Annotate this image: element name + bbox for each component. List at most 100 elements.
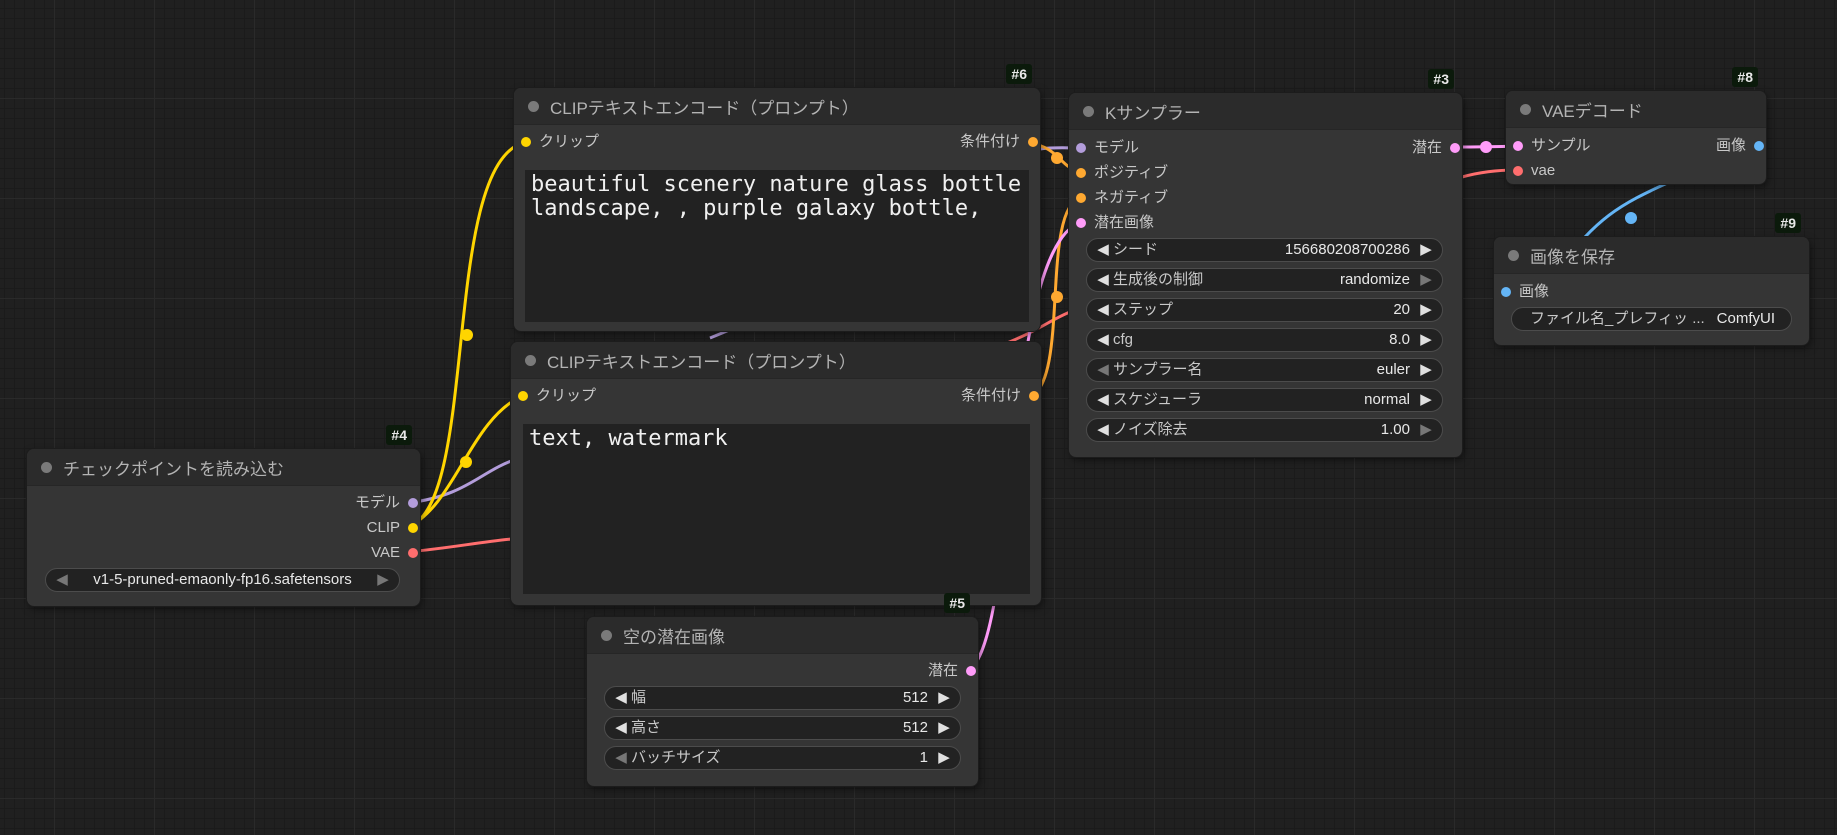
output-slot-conditioning[interactable]: 条件付け bbox=[961, 386, 1039, 406]
clip-socket-icon[interactable] bbox=[408, 523, 418, 533]
decrement-arrow-icon[interactable]: ◀ bbox=[1093, 420, 1113, 440]
input-slot-vae[interactable]: vae bbox=[1513, 161, 1555, 181]
node-vae-decode[interactable]: #8 VAEデコード サンプル vae 画像 bbox=[1506, 67, 1766, 184]
output-slot-latent[interactable]: 潜在 bbox=[1412, 138, 1460, 158]
slot-label: ネガティブ bbox=[1094, 189, 1169, 206]
node-title[interactable]: CLIPテキストエンコード（プロンプト） bbox=[511, 342, 1041, 379]
input-slot-latent-image[interactable]: 潜在画像 bbox=[1076, 213, 1154, 233]
latent-socket-icon[interactable] bbox=[1450, 143, 1460, 153]
decrement-arrow-icon[interactable]: ◀ bbox=[1093, 300, 1113, 320]
conditioning-socket-icon[interactable] bbox=[1076, 193, 1086, 203]
increment-arrow-icon[interactable]: ▶ bbox=[1416, 270, 1436, 290]
output-slot-image[interactable]: 画像 bbox=[1716, 136, 1764, 156]
height-widget[interactable]: ◀ 高さ 512 ▶ bbox=[604, 716, 961, 740]
decrement-arrow-icon[interactable]: ◀ bbox=[1093, 390, 1113, 410]
filename-prefix-widget[interactable]: ファイル名_プレフィッ ... ComfyUI bbox=[1511, 307, 1792, 331]
conditioning-socket-icon[interactable] bbox=[1076, 168, 1086, 178]
steps-widget[interactable]: ◀ ステップ 20 ▶ bbox=[1086, 298, 1443, 322]
increment-arrow-icon[interactable]: ▶ bbox=[934, 748, 954, 768]
increment-arrow-icon[interactable]: ▶ bbox=[1416, 330, 1436, 350]
widget-label: シード bbox=[1113, 241, 1159, 258]
decrement-arrow-icon[interactable]: ◀ bbox=[1093, 330, 1113, 350]
slot-label: 潜在画像 bbox=[1094, 214, 1155, 231]
collapse-dot-icon[interactable] bbox=[1520, 104, 1531, 115]
latent-socket-icon[interactable] bbox=[1513, 141, 1523, 151]
latent-socket-icon[interactable] bbox=[1076, 218, 1086, 228]
vae-socket-icon[interactable] bbox=[408, 548, 418, 558]
increment-arrow-icon[interactable]: ▶ bbox=[1416, 390, 1436, 410]
slot-label: CLIP bbox=[366, 519, 400, 536]
combo-right-arrow-icon[interactable]: ▶ bbox=[373, 570, 393, 590]
input-slot-clip[interactable]: クリップ bbox=[521, 132, 599, 152]
sampler-name-widget[interactable]: ◀ サンプラー名 euler ▶ bbox=[1086, 358, 1443, 382]
output-slot-vae[interactable]: VAE bbox=[371, 543, 418, 563]
latent-socket-icon[interactable] bbox=[966, 666, 976, 676]
input-slot-negative[interactable]: ネガティブ bbox=[1076, 188, 1168, 208]
input-slot-model[interactable]: モデル bbox=[1076, 138, 1139, 158]
decrement-arrow-icon[interactable]: ◀ bbox=[611, 718, 631, 738]
link-midpoint bbox=[461, 329, 473, 341]
clip-socket-icon[interactable] bbox=[518, 391, 528, 401]
decrement-arrow-icon[interactable]: ◀ bbox=[611, 688, 631, 708]
decrement-arrow-icon[interactable]: ◀ bbox=[1093, 270, 1113, 290]
input-slot-clip[interactable]: クリップ bbox=[518, 386, 596, 406]
width-widget[interactable]: ◀ 幅 512 ▶ bbox=[604, 686, 961, 710]
increment-arrow-icon[interactable]: ▶ bbox=[934, 718, 954, 738]
slot-label: vae bbox=[1531, 162, 1556, 179]
collapse-dot-icon[interactable] bbox=[525, 355, 536, 366]
increment-arrow-icon[interactable]: ▶ bbox=[1416, 360, 1436, 380]
node-title[interactable]: CLIPテキストエンコード（プロンプト） bbox=[514, 88, 1040, 125]
scheduler-widget[interactable]: ◀ スケジューラ normal ▶ bbox=[1086, 388, 1443, 412]
node-empty-latent-image[interactable]: #5 空の潜在画像 潜在 ◀ 幅 512 ▶ ◀ 高さ 512 ▶ ◀ バッチサ… bbox=[587, 593, 978, 786]
input-slot-positive[interactable]: ポジティブ bbox=[1076, 163, 1168, 183]
seed-widget[interactable]: ◀ シード 156680208700286 ▶ bbox=[1086, 238, 1443, 262]
widget-label: ノイズ除去 bbox=[1113, 421, 1188, 438]
collapse-dot-icon[interactable] bbox=[1083, 106, 1094, 117]
conditioning-socket-icon[interactable] bbox=[1029, 391, 1039, 401]
slot-label: 潜在 bbox=[927, 662, 958, 679]
prompt-textarea[interactable]: text, watermark bbox=[523, 424, 1030, 594]
decrement-arrow-icon[interactable]: ◀ bbox=[611, 748, 631, 768]
denoise-widget[interactable]: ◀ ノイズ除去 1.00 ▶ bbox=[1086, 418, 1443, 442]
vae-socket-icon[interactable] bbox=[1513, 166, 1523, 176]
increment-arrow-icon[interactable]: ▶ bbox=[934, 688, 954, 708]
increment-arrow-icon[interactable]: ▶ bbox=[1416, 420, 1436, 440]
node-title[interactable]: VAEデコード bbox=[1506, 91, 1766, 128]
collapse-dot-icon[interactable] bbox=[41, 462, 52, 473]
increment-arrow-icon[interactable]: ▶ bbox=[1416, 240, 1436, 260]
prompt-textarea[interactable]: beautiful scenery nature glass bottle la… bbox=[525, 170, 1029, 322]
node-title[interactable]: Kサンプラー bbox=[1069, 93, 1462, 130]
decrement-arrow-icon[interactable]: ◀ bbox=[1093, 360, 1113, 380]
input-slot-images[interactable]: 画像 bbox=[1501, 282, 1549, 302]
batch-size-widget[interactable]: ◀ バッチサイズ 1 ▶ bbox=[604, 746, 961, 770]
cfg-widget[interactable]: ◀ cfg 8.0 ▶ bbox=[1086, 328, 1443, 352]
conditioning-socket-icon[interactable] bbox=[1028, 137, 1038, 147]
clip-socket-icon[interactable] bbox=[521, 137, 531, 147]
collapse-dot-icon[interactable] bbox=[528, 101, 539, 112]
node-ksampler[interactable]: #3 Kサンプラー モデル ポジティブ ネガティブ 潜在画像 潜在 ◀ シード … bbox=[1069, 69, 1462, 457]
output-slot-clip[interactable]: CLIP bbox=[367, 518, 418, 538]
node-title[interactable]: 空の潜在画像 bbox=[587, 617, 978, 654]
node-clip-text-encode-positive[interactable]: #6 CLIPテキストエンコード（プロンプト） クリップ 条件付け beauti… bbox=[514, 64, 1040, 331]
widget-value: 1 bbox=[919, 749, 928, 766]
model-socket-icon[interactable] bbox=[1076, 143, 1086, 153]
output-slot-model[interactable]: モデル bbox=[355, 493, 418, 513]
node-load-checkpoint[interactable]: #4 チェックポイントを読み込む モデル CLIP VAE ◀ v1-5-pru… bbox=[27, 425, 420, 606]
node-title[interactable]: チェックポイントを読み込む bbox=[27, 449, 420, 486]
collapse-dot-icon[interactable] bbox=[601, 630, 612, 641]
node-clip-text-encode-negative[interactable]: CLIPテキストエンコード（プロンプト） クリップ 条件付け text, wat… bbox=[511, 342, 1041, 605]
widget-label: 高さ bbox=[631, 719, 662, 736]
model-socket-icon[interactable] bbox=[408, 498, 418, 508]
input-slot-samples[interactable]: サンプル bbox=[1513, 136, 1591, 156]
image-socket-icon[interactable] bbox=[1754, 141, 1764, 151]
node-save-image[interactable]: #9 画像を保存 画像 ファイル名_プレフィッ ... ComfyUI bbox=[1494, 213, 1809, 345]
collapse-dot-icon[interactable] bbox=[1508, 250, 1519, 261]
decrement-arrow-icon[interactable]: ◀ bbox=[1093, 240, 1113, 260]
output-slot-conditioning[interactable]: 条件付け bbox=[960, 132, 1038, 152]
increment-arrow-icon[interactable]: ▶ bbox=[1416, 300, 1436, 320]
image-socket-icon[interactable] bbox=[1501, 287, 1511, 297]
control-after-generate-widget[interactable]: ◀ 生成後の制御 randomize ▶ bbox=[1086, 268, 1443, 292]
node-title[interactable]: 画像を保存 bbox=[1494, 237, 1809, 274]
ckpt-name-combo[interactable]: ◀ v1-5-pruned-emaonly-fp16.safetensors ▶ bbox=[45, 568, 400, 592]
output-slot-latent[interactable]: 潜在 bbox=[928, 661, 976, 681]
